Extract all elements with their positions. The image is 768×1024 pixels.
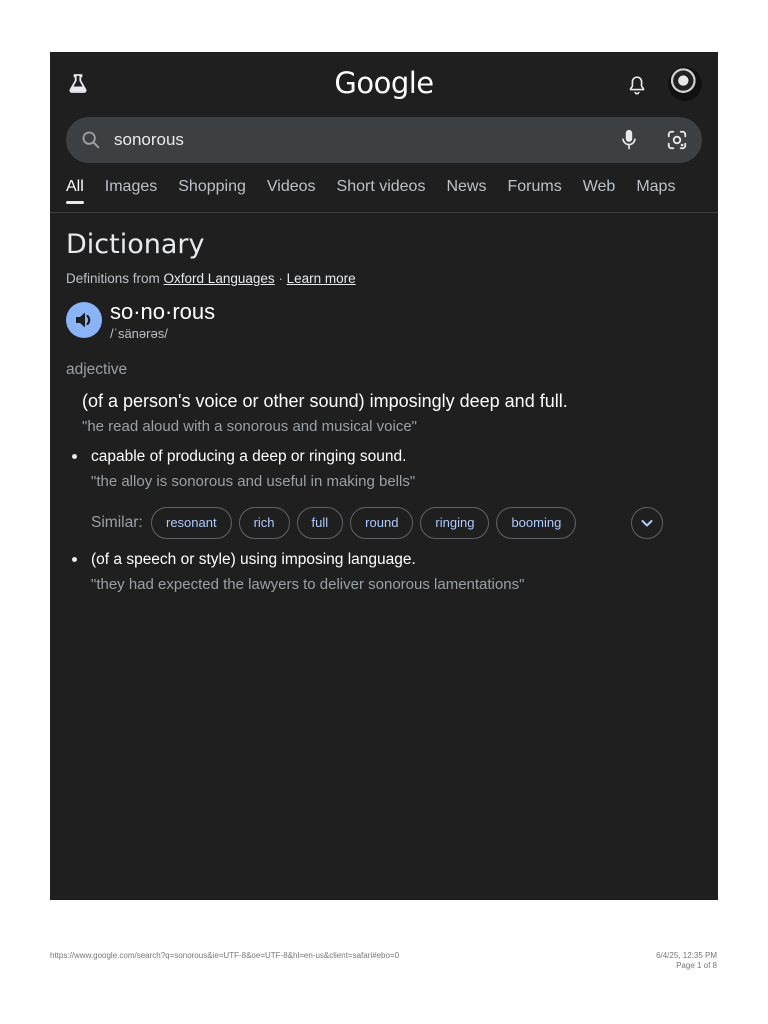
google-logo[interactable]: Google: [50, 66, 718, 100]
learn-more-link[interactable]: Learn more: [287, 271, 356, 286]
definition-3: (of a speech or style) using imposing la…: [91, 551, 416, 568]
search-icon: [80, 129, 102, 151]
tab-images[interactable]: Images: [105, 176, 157, 206]
bullet: [72, 557, 77, 562]
example-3: "they had expected the lawyers to delive…: [91, 576, 525, 593]
mic-icon[interactable]: [618, 128, 640, 152]
expand-similar-button[interactable]: [631, 507, 663, 539]
part-of-speech: adjective: [66, 361, 128, 378]
pronounce-button[interactable]: [66, 302, 102, 338]
headword: so·no·rous: [110, 299, 216, 324]
source-prefix: Definitions from: [66, 271, 164, 286]
print-footer-datetime: 6/4/25, 12:35 PM: [656, 951, 717, 960]
tab-forums[interactable]: Forums: [507, 176, 561, 206]
bullet: [72, 454, 77, 459]
tab-videos[interactable]: Videos: [267, 176, 316, 206]
dictionary-source: Definitions from Oxford Languages · Lear…: [66, 271, 356, 286]
oxford-languages-link[interactable]: Oxford Languages: [164, 271, 275, 286]
tab-web[interactable]: Web: [583, 176, 616, 206]
tab-short-videos[interactable]: Short videos: [337, 176, 426, 206]
source-separator: ·: [274, 271, 287, 286]
similar-chip-round[interactable]: round: [350, 507, 414, 539]
browser-viewport: Google sonorous All Images Shopping Vide…: [50, 52, 718, 900]
similar-chip-booming[interactable]: booming: [496, 507, 577, 539]
dictionary-title: Dictionary: [66, 229, 205, 260]
similar-label: Similar:: [91, 514, 143, 531]
similar-words: resonant rich full round ringing booming: [151, 507, 583, 539]
similar-chip-full[interactable]: full: [296, 507, 344, 539]
print-footer-url: https://www.google.com/search?q=sonorous…: [50, 951, 400, 960]
bell-icon[interactable]: [626, 74, 648, 96]
phonetic: /ˈsänərəs/: [110, 326, 168, 341]
divider: [50, 212, 718, 213]
avatar[interactable]: [668, 67, 702, 101]
search-input[interactable]: sonorous: [114, 128, 184, 152]
speaker-icon: [76, 312, 91, 328]
example-1: "he read aloud with a sonorous and music…: [82, 418, 418, 435]
tab-maps[interactable]: Maps: [636, 176, 675, 206]
printed-page: Google sonorous All Images Shopping Vide…: [0, 0, 768, 1024]
definition-2: capable of producing a deep or ringing s…: [91, 448, 407, 465]
tab-all[interactable]: All: [66, 176, 84, 206]
lens-icon[interactable]: [666, 129, 688, 151]
similar-chip-resonant[interactable]: resonant: [151, 507, 232, 539]
print-footer-info: 6/4/25, 12:35 PM Page 1 of 8: [656, 951, 717, 971]
search-tabs: All Images Shopping Videos Short videos News F…: [66, 176, 696, 212]
tab-shopping[interactable]: Shopping: [178, 176, 246, 206]
search-bar[interactable]: sonorous: [66, 117, 702, 163]
chevron-down-icon: [641, 520, 653, 527]
print-footer-page: Page 1 of 8: [676, 961, 717, 970]
header: Google: [50, 52, 718, 114]
similar-chip-rich[interactable]: rich: [238, 507, 290, 539]
similar-chip-ringing[interactable]: ringing: [420, 507, 490, 539]
tab-news[interactable]: News: [446, 176, 486, 206]
definition-1: (of a person's voice or other sound) imp…: [82, 391, 568, 411]
example-2: "the alloy is sonorous and useful in mak…: [91, 473, 416, 490]
